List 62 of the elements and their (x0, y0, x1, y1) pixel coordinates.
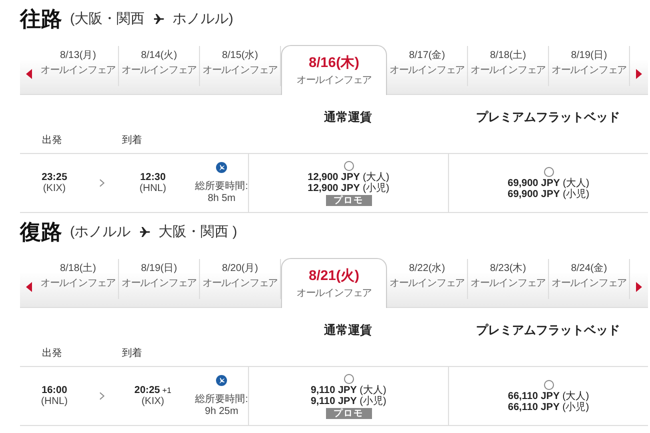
departure-header: 出発 (42, 346, 62, 360)
section-title: 復路 (20, 220, 62, 246)
fare-radio[interactable] (544, 166, 554, 176)
departure-airport: (KIX) (42, 183, 66, 194)
fare-class-header: 通常運賃 (324, 322, 372, 339)
date-tab[interactable]: 8/18(土) オールインフェア (468, 46, 549, 86)
departure-airport: (HNL) (41, 396, 68, 407)
fare-radio[interactable] (544, 380, 554, 390)
chevron-icon (98, 392, 105, 400)
fare-class-header: プレミアムフラットベッド (476, 109, 620, 126)
next-dates-arrow-icon[interactable] (636, 69, 642, 79)
date-tab[interactable]: 8/17(金) オールインフェア (387, 46, 468, 86)
duration-value: 9h 25m (204, 406, 238, 417)
date-tab[interactable]: 8/21(火) オールインフェア (281, 258, 387, 308)
route-destination: ホノルル) (172, 10, 234, 28)
departure-time: 16:00 (42, 385, 68, 396)
fare-price: 69,900 JPY (小児) (508, 188, 590, 200)
date-tab[interactable]: 8/13(月) オールインフェア (38, 46, 119, 86)
duration-label: 総所要時間: (195, 392, 248, 406)
airplane-icon (216, 375, 228, 386)
departure-header: 出発 (42, 134, 62, 147)
route-destination: 大阪・関西 ) (158, 223, 238, 241)
arrival-header: 到着 (122, 134, 142, 147)
route-origin: (ホノルル (70, 223, 131, 241)
arrival-header: 到着 (122, 346, 142, 360)
fare-radio[interactable] (344, 374, 354, 384)
fare-price: 69,900 JPY (大人) (508, 178, 590, 188)
fare-price: 9,110 JPY (小児) (310, 396, 386, 406)
fare-class-header: 通常運賃 (324, 109, 372, 126)
date-tab[interactable]: 8/16(木) オールインフェア (281, 45, 387, 95)
date-tab[interactable]: 8/24(金) オールインフェア (549, 259, 630, 299)
duration-label: 総所要時間: (195, 180, 248, 193)
next-dates-arrow-icon[interactable] (636, 282, 642, 292)
arrival-time: 20:25 +1 (134, 385, 172, 396)
airplane-icon (138, 226, 151, 238)
airplane-icon (152, 13, 165, 25)
airplane-icon (216, 162, 228, 173)
date-tab[interactable]: 8/19(日) オールインフェア (549, 46, 630, 86)
duration-value: 8h 5m (208, 193, 236, 204)
fare-price: 66,110 JPY (大人) (508, 390, 590, 402)
route-origin: (大阪・関西 (70, 10, 145, 28)
departure-time: 23:25 (42, 172, 68, 183)
date-tab[interactable]: 8/22(水) オールインフェア (387, 259, 468, 299)
fare-price: 12,900 JPY (小児) (308, 182, 390, 194)
date-tab[interactable]: 8/23(木) オールインフェア (468, 259, 549, 299)
promo-badge: プロモ (326, 194, 372, 206)
fare-price: 66,110 JPY (小児) (508, 402, 590, 412)
date-tab[interactable]: 8/19(日) オールインフェア (119, 259, 200, 299)
date-tab[interactable]: 8/18(土) オールインフェア (38, 259, 119, 299)
fare-price: 12,900 JPY (大人) (308, 172, 390, 182)
fare-radio[interactable] (344, 160, 354, 170)
section-title: 往路 (20, 7, 62, 33)
previous-dates-arrow-icon[interactable] (26, 69, 32, 79)
fare-price: 9,110 JPY (大人) (310, 384, 386, 396)
previous-dates-arrow-icon[interactable] (26, 282, 32, 292)
chevron-icon (98, 179, 105, 187)
promo-badge: プロモ (326, 408, 372, 418)
fare-class-header: プレミアムフラットベッド (476, 322, 620, 339)
date-tab[interactable]: 8/14(火) オールインフェア (119, 46, 200, 86)
arrival-time: 12:30 (140, 172, 166, 183)
arrival-airport: (KIX) (141, 396, 164, 407)
arrival-airport: (HNL) (140, 183, 166, 194)
